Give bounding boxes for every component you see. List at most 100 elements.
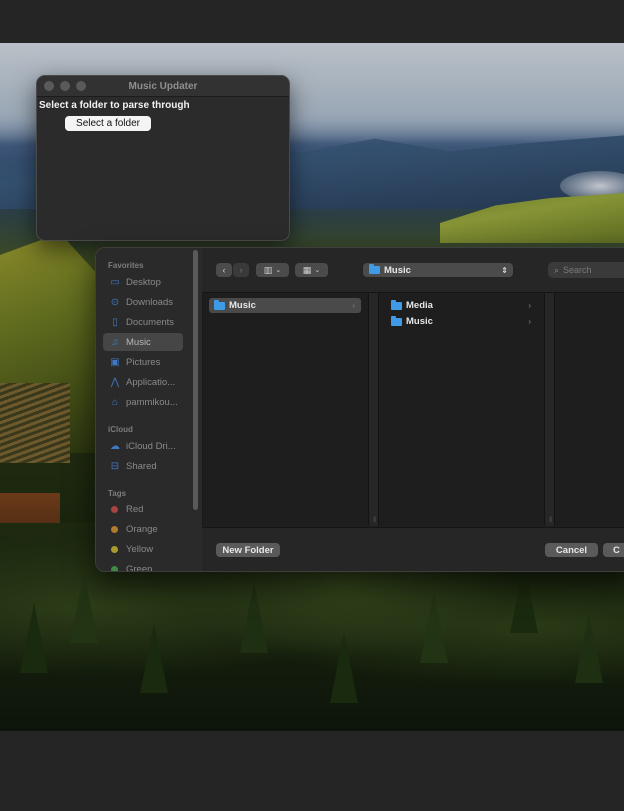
- sidebar-item-label: Pictures: [126, 356, 161, 368]
- column-divider[interactable]: ǁ: [545, 293, 555, 526]
- tree: [140, 623, 168, 693]
- sidebar-item-home[interactable]: ⌂ pammikou...: [103, 393, 183, 411]
- sidebar-item-icloud-drive[interactable]: ☁ iCloud Dri...: [103, 437, 183, 455]
- cloud-icon: ☁: [110, 440, 120, 452]
- columns-view-icon: ▥: [263, 264, 273, 275]
- sidebar-item-label: Green: [126, 563, 153, 572]
- browser-column-2: Media › Music ›: [379, 293, 545, 526]
- sidebar-item-documents[interactable]: ▯ Documents: [103, 313, 183, 331]
- tree: [510, 563, 538, 633]
- chevron-right-icon: ›: [528, 301, 531, 310]
- tree: [20, 603, 48, 673]
- pictures-icon: ▣: [110, 356, 120, 368]
- column-resize-handle[interactable]: ǁ: [549, 517, 552, 524]
- chevron-down-icon: ⌄: [314, 267, 321, 274]
- sidebar-item-label: Desktop: [126, 276, 161, 288]
- tree: [575, 613, 603, 683]
- sidebar-item-label: Orange: [126, 523, 158, 535]
- sidebar-item-label: Music: [126, 336, 151, 348]
- search-icon: ⌕: [554, 264, 560, 275]
- tree: [70, 573, 98, 643]
- music-note-icon: ♫: [111, 336, 119, 348]
- sidebar-item-applications[interactable]: ⋀ Applicatio...: [103, 373, 183, 391]
- up-down-chevron-icon: ⇕: [501, 265, 508, 275]
- vineyard-rows: [0, 383, 70, 463]
- sidebar-item-label: Yellow: [126, 543, 154, 555]
- column-resize-handle[interactable]: ǁ: [373, 517, 376, 524]
- grid-group-icon: ▦: [302, 264, 312, 275]
- dialog-toolbar: ‹ › ▥ ⌄ ▦ ⌄ Music ⇕ ⌕ Search: [202, 248, 624, 293]
- sidebar-item-label: pammikou...: [126, 396, 178, 408]
- green-tag-dot: [111, 565, 118, 571]
- location-popup[interactable]: Music ⇕: [363, 263, 513, 277]
- folder-name: Music: [229, 300, 256, 311]
- shared-folder-icon: ⊟: [110, 460, 120, 472]
- chevron-right-icon: ›: [239, 265, 243, 275]
- sidebar-item-label: Red: [126, 503, 144, 515]
- sidebar-scrollbar[interactable]: [193, 250, 198, 510]
- folder-prompt-label: Select a folder to parse through: [39, 100, 190, 111]
- select-folder-button[interactable]: Select a folder: [65, 116, 151, 131]
- sidebar-item-label: Documents: [126, 316, 175, 328]
- sidebar-item-label: Downloads: [126, 296, 173, 308]
- desktop-icon: ▭: [110, 276, 120, 288]
- folder-icon: [214, 299, 225, 310]
- folder-row-music[interactable]: Music ›: [385, 314, 537, 329]
- sidebar-tag-green[interactable]: Green: [103, 560, 183, 572]
- tree: [240, 583, 268, 653]
- search-placeholder: Search: [563, 265, 592, 275]
- icloud-header: iCloud: [108, 425, 133, 434]
- cancel-button[interactable]: Cancel: [545, 543, 598, 557]
- dialog-sidebar: Favorites ▭ Desktop ⊙ Downloads ▯ Docume…: [96, 248, 203, 571]
- sidebar-item-downloads[interactable]: ⊙ Downloads: [103, 293, 183, 311]
- search-field[interactable]: ⌕ Search: [548, 262, 624, 278]
- home-icon: ⌂: [111, 396, 119, 408]
- sidebar-tag-red[interactable]: Red: [103, 500, 183, 518]
- sidebar-item-label: iCloud Dri...: [126, 440, 176, 452]
- red-tag-dot: [111, 505, 118, 513]
- tree: [330, 633, 358, 703]
- window-titlebar[interactable]: Music Updater: [37, 76, 289, 97]
- window-title: Music Updater: [128, 80, 198, 92]
- forward-button[interactable]: ›: [233, 263, 249, 277]
- location-label: Music: [384, 264, 411, 276]
- sidebar-item-music[interactable]: ♫ Music: [103, 333, 183, 351]
- sidebar-item-desktop[interactable]: ▭ Desktop: [103, 273, 183, 291]
- orange-tag-dot: [111, 525, 118, 533]
- favorites-header: Favorites: [108, 261, 144, 270]
- sidebar-item-pictures[interactable]: ▣ Pictures: [103, 353, 183, 371]
- new-folder-button[interactable]: New Folder: [216, 543, 280, 557]
- group-by-button[interactable]: ▦ ⌄: [295, 263, 328, 277]
- music-updater-window: Music Updater Select a folder to parse t…: [36, 75, 290, 241]
- dialog-bottom-bar: New Folder Cancel C: [202, 527, 624, 571]
- open-folder-dialog: Favorites ▭ Desktop ⊙ Downloads ▯ Docume…: [95, 247, 624, 572]
- downloads-icon: ⊙: [110, 296, 120, 308]
- tags-header: Tags: [108, 489, 127, 498]
- sidebar-tag-yellow[interactable]: Yellow: [103, 540, 183, 558]
- browser-column-3: [555, 293, 624, 526]
- folder-name: Media: [406, 300, 433, 311]
- back-button[interactable]: ‹: [216, 263, 232, 277]
- folder-icon: [391, 299, 402, 310]
- yellow-tag-dot: [111, 545, 118, 553]
- tree: [420, 593, 448, 663]
- sidebar-item-label: Shared: [126, 460, 157, 472]
- sidebar-tag-orange[interactable]: Orange: [103, 520, 183, 538]
- column-divider[interactable]: ǁ: [369, 293, 379, 526]
- documents-icon: ▯: [112, 316, 118, 328]
- applications-icon: ⋀: [110, 376, 120, 388]
- chevron-right-icon: ›: [352, 301, 355, 310]
- view-mode-button[interactable]: ▥ ⌄: [256, 263, 289, 277]
- open-button[interactable]: C: [603, 543, 624, 557]
- folder-name: Music: [406, 316, 433, 327]
- folder-icon: [391, 315, 402, 326]
- sidebar-item-label: Applicatio...: [126, 376, 176, 388]
- chevron-left-icon: ‹: [222, 265, 226, 275]
- chevron-down-icon: ⌄: [275, 267, 282, 274]
- browser-column-1: Music ›: [203, 293, 369, 526]
- folder-icon: [369, 264, 380, 274]
- chevron-right-icon: ›: [528, 317, 531, 326]
- folder-row-music[interactable]: Music ›: [209, 298, 361, 313]
- sidebar-item-shared[interactable]: ⊟ Shared: [103, 457, 183, 475]
- folder-row-media[interactable]: Media ›: [385, 298, 537, 313]
